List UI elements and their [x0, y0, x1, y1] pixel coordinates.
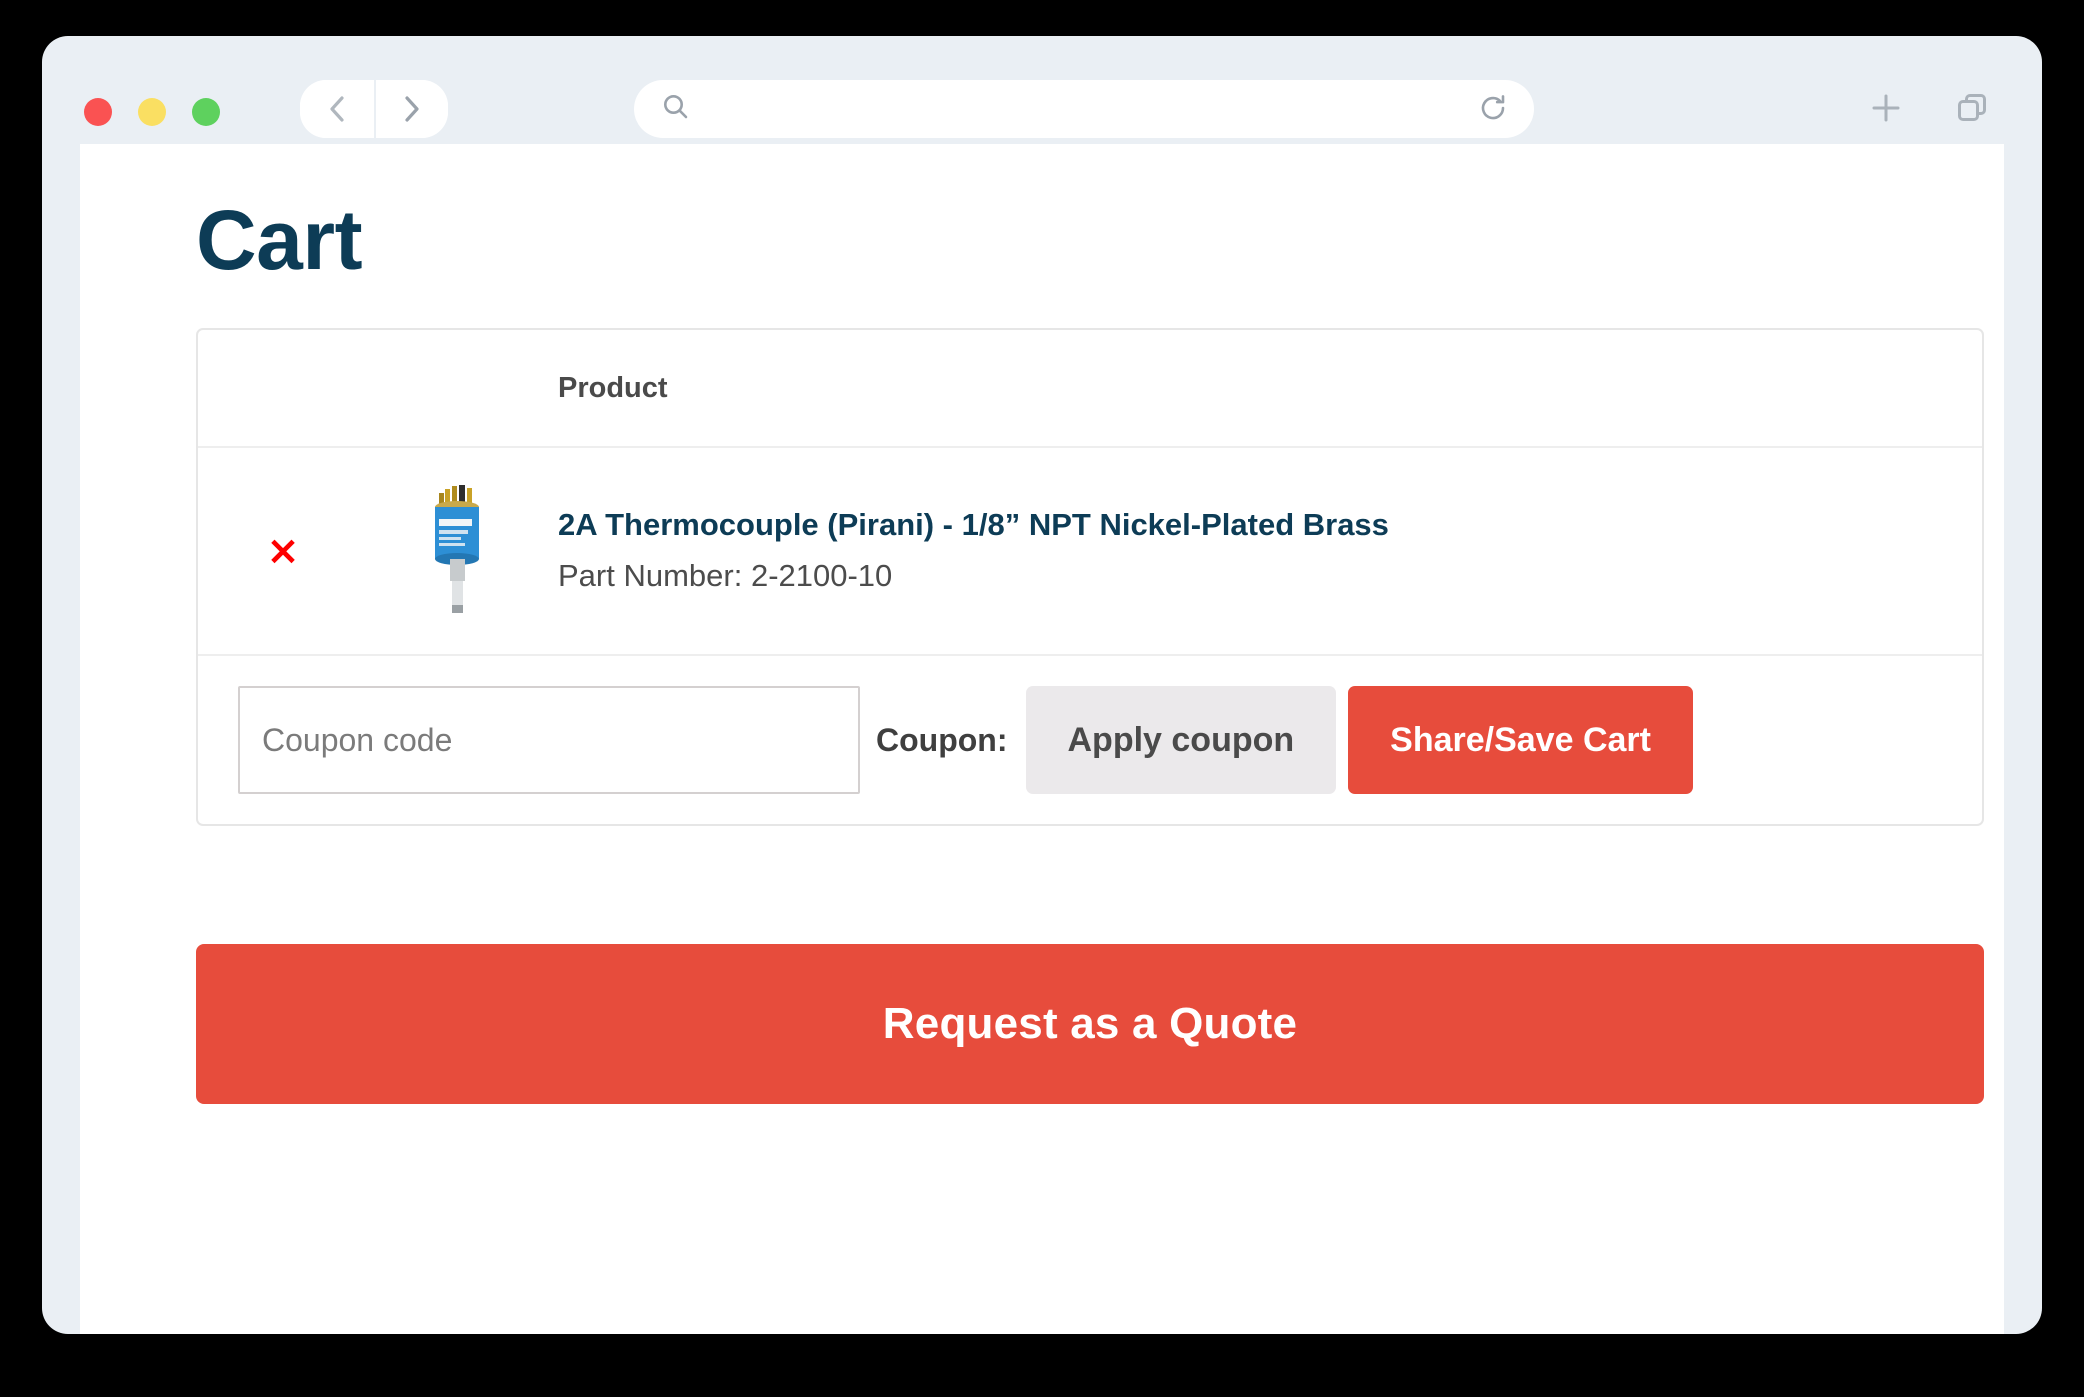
back-button[interactable] [300, 80, 374, 138]
close-window-button[interactable] [84, 98, 112, 126]
navigation-buttons [300, 80, 448, 138]
product-cell: 2A Thermocouple (Pirani) - 1/8” NPT Nick… [548, 506, 1982, 596]
product-part-number: Part Number: 2-2100-10 [558, 558, 893, 594]
plus-icon [1868, 90, 1904, 129]
copy-tabs-icon [1954, 90, 1990, 129]
table-row: × 2A Thermocouple (Pirani) - 1/8” NPT Ni… [198, 448, 1982, 657]
product-column-label: Product [558, 371, 668, 404]
search-icon [662, 93, 689, 125]
tab-overview-button[interactable] [1954, 90, 1990, 129]
new-tab-button[interactable] [1868, 90, 1904, 129]
product-thumbnail-image [412, 478, 504, 623]
address-bar[interactable] [634, 80, 1534, 138]
share-save-cart-button[interactable]: Share/Save Cart [1348, 686, 1693, 795]
request-quote-button[interactable]: Request as a Quote [196, 944, 1984, 1105]
window-controls [84, 98, 220, 126]
thumbnail-cell [368, 478, 548, 624]
minimize-window-button[interactable] [138, 98, 166, 126]
page-title: Cart [196, 193, 363, 287]
address-input[interactable] [689, 80, 1478, 138]
chevron-right-icon [399, 94, 425, 124]
coupon-label: Coupon: [876, 721, 1008, 758]
quote-action-area: Request as a Quote [196, 944, 1984, 1105]
remove-cell: × [198, 525, 368, 577]
apply-coupon-button[interactable]: Apply coupon [1025, 686, 1337, 795]
maximize-window-button[interactable] [192, 98, 220, 126]
remove-item-button[interactable]: × [256, 525, 310, 577]
coupon-row: Coupon: Apply coupon Share/Save Cart [198, 656, 1982, 824]
page-content: Cart Product × 2A Thermocouple (Pirani) … [80, 144, 2004, 1334]
forward-button[interactable] [374, 80, 448, 138]
toolbar-right-actions [1868, 80, 1990, 138]
product-name-link[interactable]: 2A Thermocouple (Pirani) - 1/8” NPT Nick… [558, 506, 1982, 545]
reload-icon [1478, 93, 1508, 126]
browser-window: Cart Product × 2A Thermocouple (Pirani) … [42, 36, 2042, 1334]
cart-table: Product × 2A Thermocouple (Pirani) - 1/8… [196, 328, 1984, 827]
header-product-column: Product [548, 372, 1982, 405]
product-thumbnail-link[interactable] [412, 478, 504, 624]
chevron-left-icon [324, 94, 350, 124]
browser-toolbar [42, 36, 2042, 144]
coupon-code-input[interactable] [238, 686, 860, 795]
cart-table-header: Product [198, 330, 1982, 449]
reload-button[interactable] [1478, 93, 1508, 126]
